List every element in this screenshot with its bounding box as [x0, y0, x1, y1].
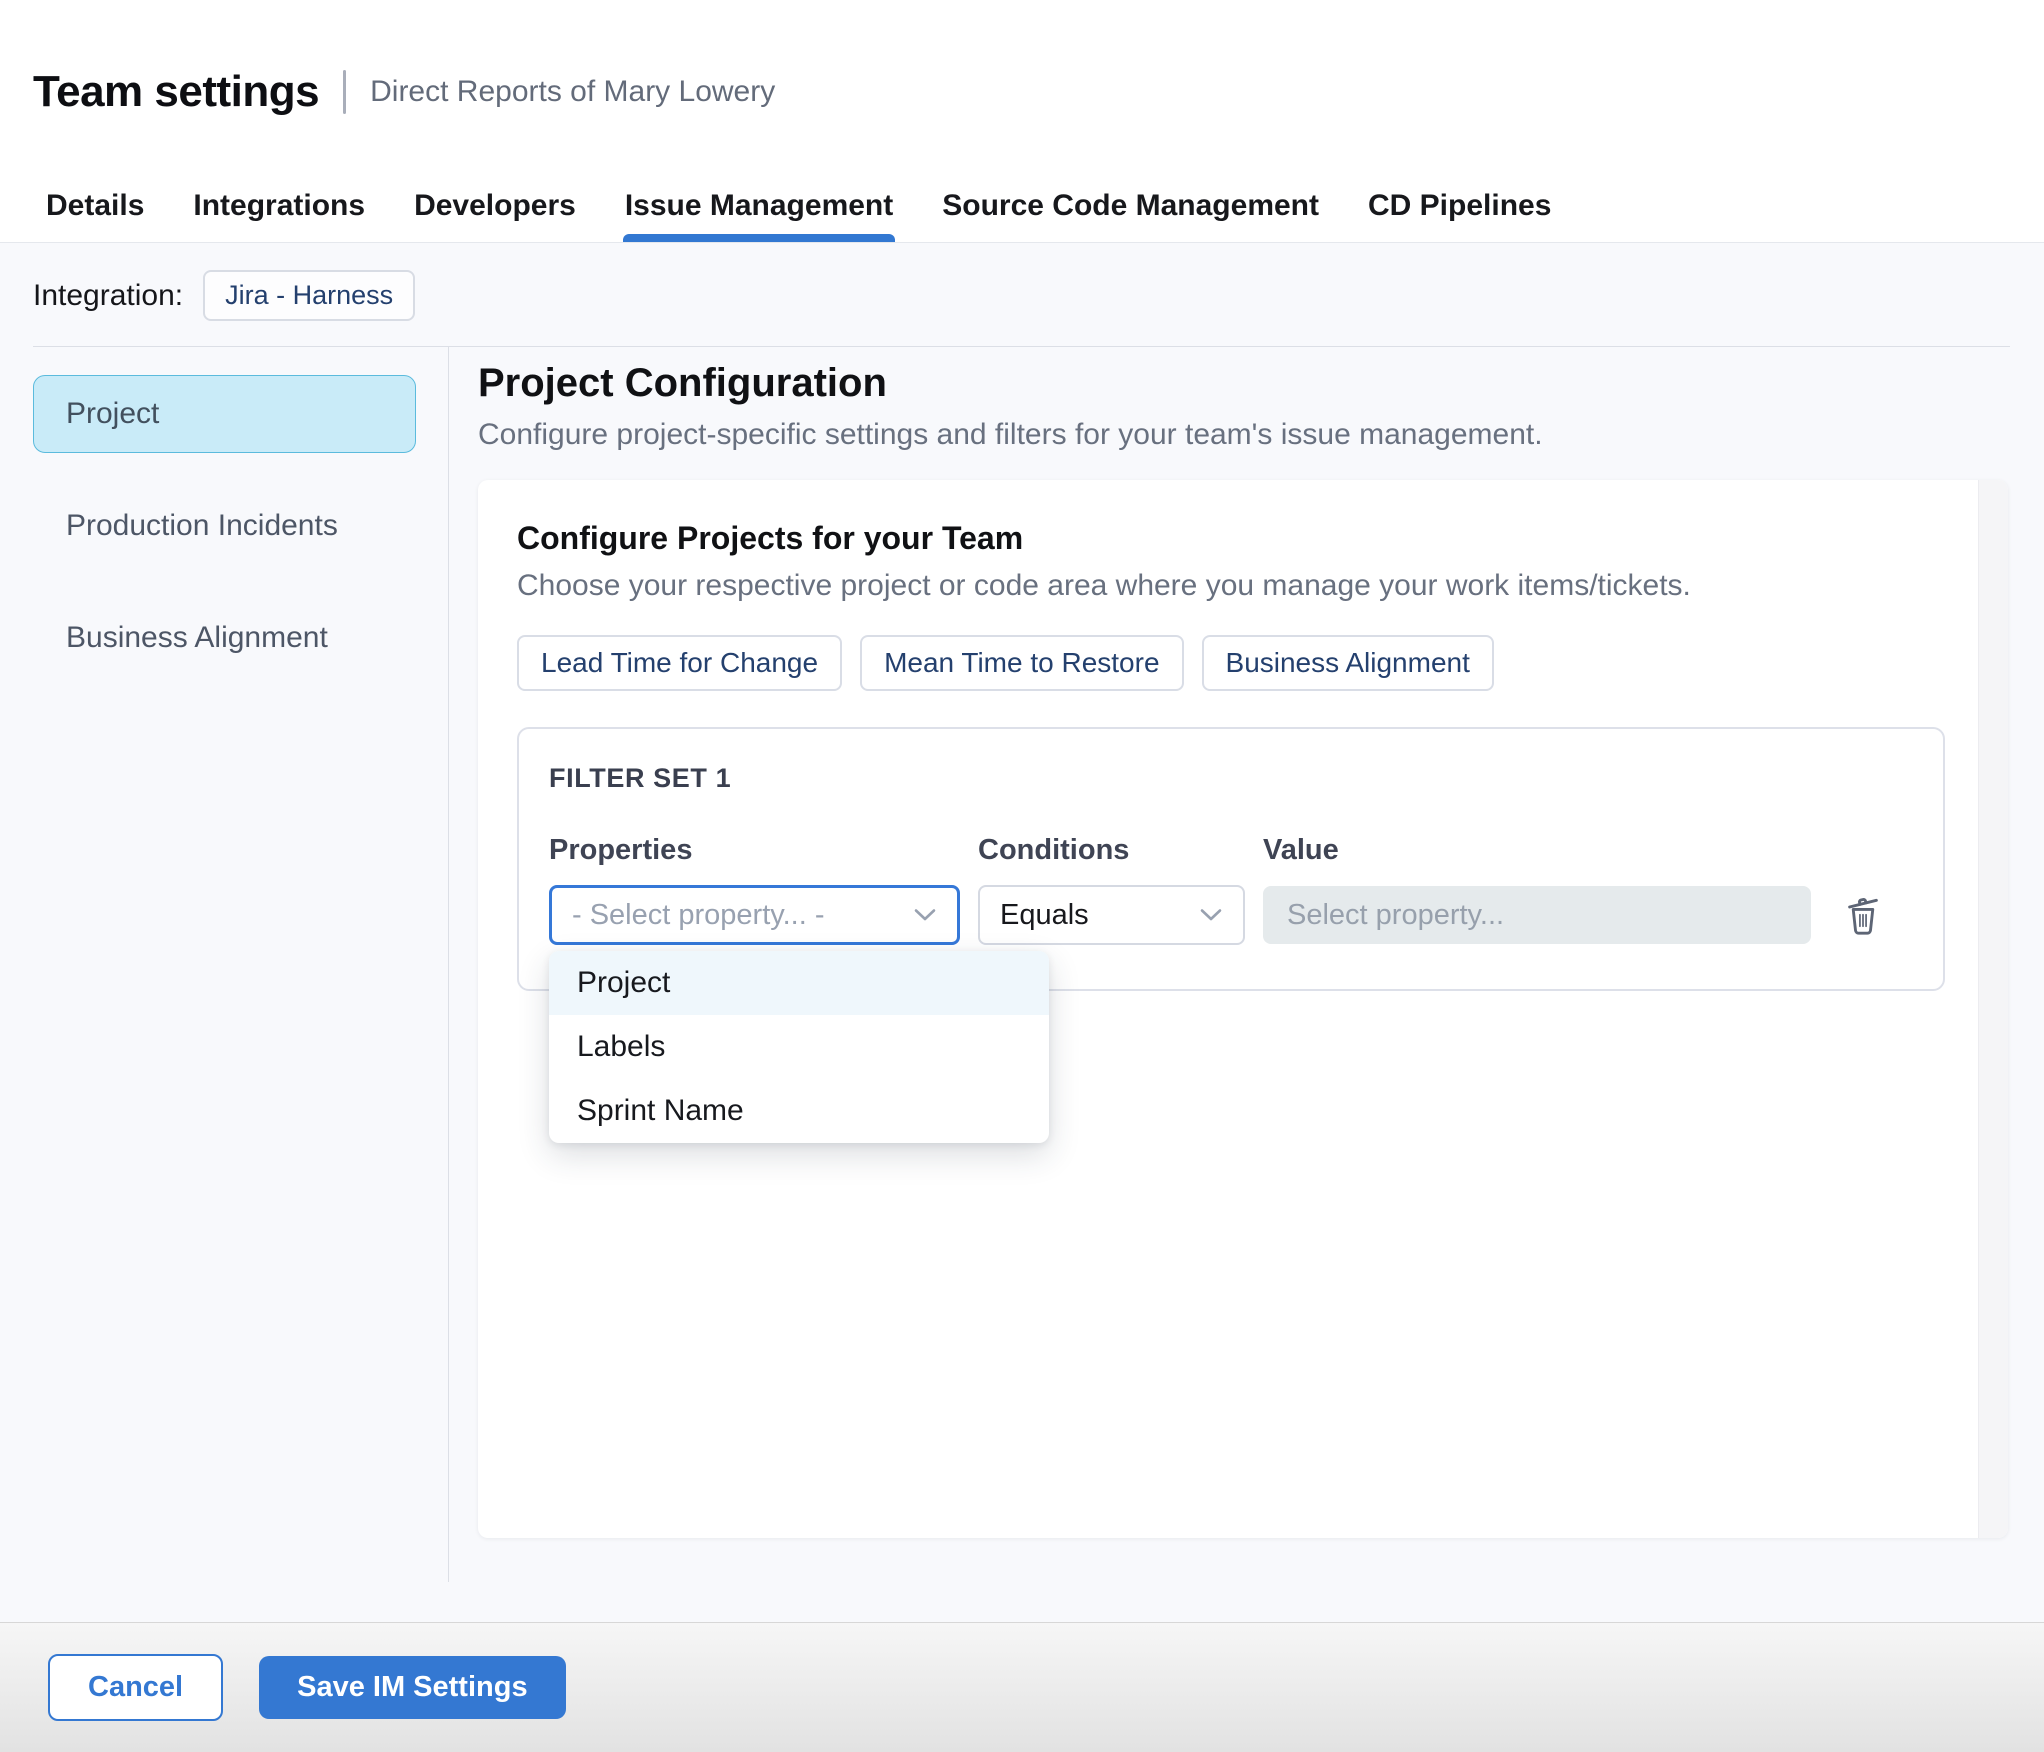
- chevron-down-icon: [913, 908, 937, 922]
- card-title: Configure Projects for your Team: [517, 520, 1024, 556]
- save-im-settings-button[interactable]: Save IM Settings: [259, 1656, 566, 1719]
- tab-source-code-management[interactable]: Source Code Management: [942, 170, 1319, 242]
- condition-select[interactable]: Equals: [978, 885, 1245, 945]
- tab-issue-management[interactable]: Issue Management: [622, 170, 896, 242]
- section-subtitle: Configure project-specific settings and …: [478, 418, 1543, 451]
- filter-set-title: FILTER SET 1: [549, 763, 732, 793]
- property-dropdown-menu: Project Labels Sprint Name: [549, 951, 1049, 1143]
- scrollbar[interactable]: [1978, 480, 2008, 1538]
- cancel-button[interactable]: Cancel: [48, 1654, 224, 1721]
- card-subtitle: Choose your respective project or code a…: [517, 569, 1691, 602]
- integration-label: Integration:: [33, 278, 184, 312]
- tab-details[interactable]: Details: [46, 170, 144, 242]
- section-title: Project Configuration: [478, 361, 887, 405]
- chevron-down-icon: [1199, 908, 1223, 922]
- dropdown-option-project[interactable]: Project: [549, 951, 1049, 1015]
- tab-bar: Details Integrations Developers Issue Ma…: [0, 170, 2044, 243]
- sidebar-item-business-alignment[interactable]: Business Alignment: [33, 599, 416, 677]
- property-select[interactable]: - Select property... -: [549, 885, 960, 945]
- title-separator: [343, 70, 347, 114]
- filter-column-labels: Properties Conditions Value: [549, 834, 1913, 867]
- page-subtitle: Direct Reports of Mary Lowery: [370, 75, 776, 108]
- filter-controls-row: - Select property... - Equals: [549, 885, 1913, 945]
- column-label-properties: Properties: [549, 834, 693, 866]
- integration-row: Integration: Jira - Harness: [0, 243, 2044, 346]
- project-config-card: Configure Projects for your Team Choose …: [478, 480, 2008, 1538]
- value-input[interactable]: [1263, 886, 1811, 944]
- filter-set-1: FILTER SET 1 Properties Conditions Value…: [517, 727, 1945, 1143]
- main-panel: Project Configuration Configure project-…: [449, 347, 2044, 1622]
- tab-cd-pipelines[interactable]: CD Pipelines: [1368, 170, 1551, 242]
- settings-sidebar: Project Production Incidents Business Al…: [0, 347, 449, 1582]
- integration-chip[interactable]: Jira - Harness: [203, 270, 416, 321]
- chip-lead-time-for-change[interactable]: Lead Time for Change: [517, 635, 843, 691]
- property-select-placeholder: - Select property... -: [572, 898, 825, 931]
- metric-chip-row: Lead Time for Change Mean Time to Restor…: [517, 635, 1914, 691]
- page-title: Team settings: [33, 67, 320, 116]
- chip-mean-time-to-restore[interactable]: Mean Time to Restore: [860, 635, 1184, 691]
- column-label-conditions: Conditions: [978, 834, 1130, 866]
- content-area: Integration: Jira - Harness Project Prod…: [0, 243, 2044, 1622]
- tab-developers[interactable]: Developers: [414, 170, 576, 242]
- chip-business-alignment[interactable]: Business Alignment: [1201, 635, 1494, 691]
- dropdown-option-sprint-name[interactable]: Sprint Name: [549, 1079, 1049, 1143]
- footer-action-bar: Cancel Save IM Settings: [0, 1622, 2044, 1752]
- tab-integrations[interactable]: Integrations: [193, 170, 365, 242]
- sidebar-item-production-incidents[interactable]: Production Incidents: [33, 487, 416, 565]
- team-settings-page: Team settings Direct Reports of Mary Low…: [0, 0, 2044, 1752]
- column-label-value: Value: [1263, 834, 1339, 866]
- trash-icon: [1840, 891, 1886, 940]
- condition-select-value: Equals: [1000, 898, 1089, 931]
- settings-body: Project Production Incidents Business Al…: [0, 347, 2044, 1622]
- dropdown-option-labels[interactable]: Labels: [549, 1015, 1049, 1079]
- sidebar-item-project[interactable]: Project: [33, 375, 416, 453]
- delete-filter-button[interactable]: [1837, 889, 1889, 941]
- page-header: Team settings Direct Reports of Mary Low…: [0, 0, 2044, 170]
